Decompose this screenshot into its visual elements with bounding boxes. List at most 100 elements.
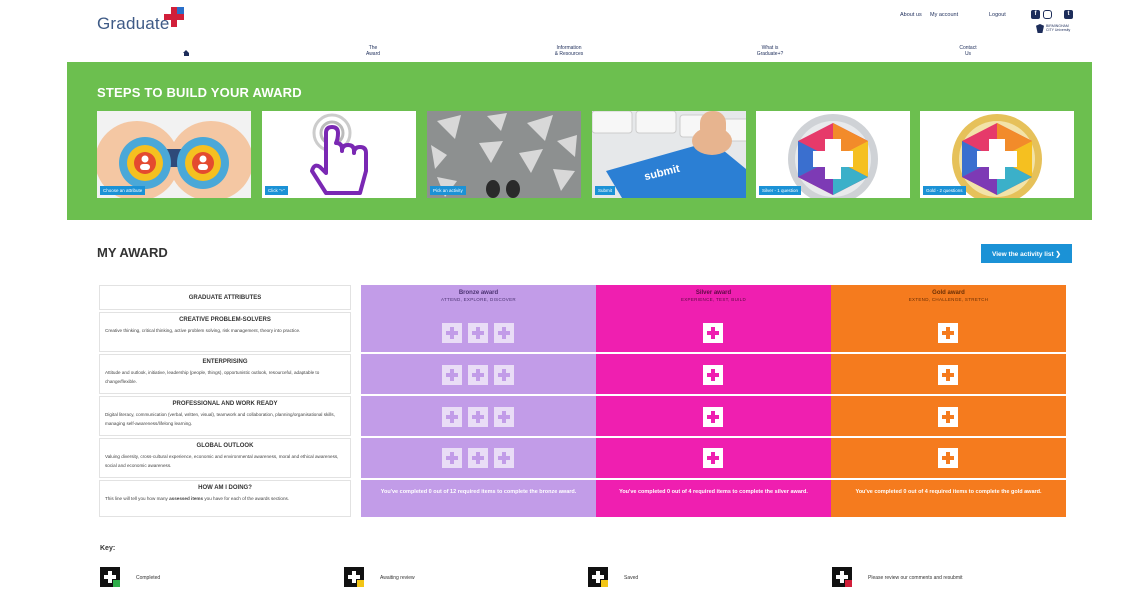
nav-label: Graduate+?	[756, 51, 784, 57]
bronze-progress-text: You've completed 0 out of 12 required it…	[380, 489, 577, 495]
step-label: Choose an attribute	[100, 186, 146, 195]
row-divider	[361, 352, 1066, 354]
add-bronze-button[interactable]	[442, 323, 462, 343]
binoculars-image	[97, 111, 251, 198]
attribute-description: Valuing diversity, cross-cultural experi…	[105, 454, 339, 468]
attribute-row-creative: CREATIVE PROBLEM-SOLVERS Creative thinki…	[99, 312, 351, 352]
add-gold-button[interactable]	[938, 448, 958, 468]
silver-progress-text: You've completed 0 out of 4 required ite…	[619, 489, 808, 495]
add-bronze-button[interactable]	[442, 448, 462, 468]
add-bronze-button[interactable]	[494, 365, 514, 385]
awaiting-review-key-icon	[344, 567, 364, 587]
resubmit-key-icon	[832, 567, 852, 587]
pointing-hand-image	[262, 111, 416, 198]
add-bronze-button[interactable]	[494, 407, 514, 427]
step-card-submit[interactable]: Submit submit	[592, 111, 746, 198]
gold-progress-text: You've completed 0 out of 4 required ite…	[855, 489, 1042, 495]
my-award-title: MY AWARD	[97, 245, 168, 260]
site-header: Graduate About us My account Logout f t …	[0, 0, 1139, 62]
nav-label: Award	[365, 51, 381, 57]
add-bronze-button[interactable]	[494, 448, 514, 468]
step-card-click-plus[interactable]: Click "+"	[262, 111, 416, 198]
key-label-saved: Saved	[624, 575, 639, 581]
add-bronze-button[interactable]	[468, 323, 488, 343]
progress-row: HOW AM I DOING? This line will tell you …	[99, 480, 351, 517]
silver-award-sub: EXPERIENCE, TEST, BUILD	[680, 297, 747, 302]
key-label-awaiting: Awaiting review	[380, 575, 415, 581]
gold-award-name: Gold award	[932, 290, 965, 296]
gold-award-sub: EXTEND, CHALLENGE, STRETCH	[908, 297, 989, 302]
twitter-icon[interactable]: t	[1064, 10, 1073, 19]
step-card-silver[interactable]: Silver - 1 question	[756, 111, 910, 198]
add-bronze-button[interactable]	[442, 407, 462, 427]
add-silver-button[interactable]	[703, 365, 723, 385]
attribute-title: GLOBAL OUTLOOK	[196, 443, 254, 449]
attribute-description: Attitude and outlook, initiative, leader…	[105, 370, 320, 384]
step-card-choose-attribute[interactable]: Choose an attribute	[97, 111, 251, 198]
progress-desc-text: you have for each of the awards sections…	[203, 496, 290, 501]
steps-banner: STEPS TO BUILD YOUR AWARD Choose an attr…	[67, 62, 1092, 220]
key-label-completed: Completed	[136, 575, 161, 581]
home-icon[interactable]	[183, 50, 190, 56]
step-label: Click "+"	[265, 186, 288, 195]
submit-key-image	[592, 111, 746, 198]
instagram-icon[interactable]	[1043, 10, 1052, 19]
add-gold-button[interactable]	[938, 323, 958, 343]
alert-badge-icon	[845, 580, 852, 587]
attribute-row-enterprising: ENTERPRISING Attitude and outlook, initi…	[99, 354, 351, 394]
bronze-award-name: Bronze award	[458, 290, 499, 296]
check-badge-icon	[113, 580, 120, 587]
steps-title: STEPS TO BUILD YOUR AWARD	[97, 85, 302, 100]
add-bronze-button[interactable]	[468, 448, 488, 468]
add-bronze-button[interactable]	[468, 365, 488, 385]
add-silver-button[interactable]	[703, 407, 723, 427]
facebook-icon[interactable]: f	[1031, 10, 1040, 19]
pencil-badge-icon	[357, 580, 364, 587]
logout-link[interactable]: Logout	[989, 12, 1006, 18]
add-silver-button[interactable]	[703, 448, 723, 468]
attribute-title: CREATIVE PROBLEM-SOLVERS	[179, 317, 271, 323]
nav-item-information[interactable]: Information & Resources	[539, 45, 599, 57]
row-divider	[361, 478, 1066, 480]
logo-text[interactable]: Graduate	[97, 14, 169, 34]
logo-plus-icon	[164, 7, 184, 27]
row-divider	[361, 394, 1066, 396]
key-label-resubmit: Please review our comments and resubmit	[868, 575, 963, 581]
add-bronze-button[interactable]	[442, 365, 462, 385]
nav-item-contact[interactable]: Contact Us	[938, 45, 998, 57]
university-crest-icon	[1036, 24, 1044, 33]
view-activity-list-button[interactable]: View the activity list ❯	[981, 244, 1072, 263]
nav-item-what-is[interactable]: What is Graduate+?	[740, 45, 800, 57]
add-bronze-button[interactable]	[494, 323, 514, 343]
step-label: Pick an activity	[430, 186, 466, 195]
add-silver-button[interactable]	[703, 323, 723, 343]
main-nav: The Award Information & Resources What i…	[0, 42, 1139, 62]
nav-item-the-award[interactable]: The Award	[343, 45, 403, 57]
saved-key-icon	[588, 567, 608, 587]
about-us-link[interactable]: About us	[900, 12, 922, 18]
progress-desc-bold: assessed items	[169, 496, 204, 501]
step-card-gold[interactable]: Gold - 2 questions	[920, 111, 1074, 198]
silver-medal-image	[756, 111, 910, 198]
silver-header: Silver award EXPERIENCE, TEST, BUILD	[596, 285, 831, 310]
progress-desc-text: This line will tell you how many	[105, 496, 170, 501]
completed-key-icon	[100, 567, 120, 587]
gold-medal-image	[920, 111, 1074, 198]
attribute-description: Digital literacy, communication (verbal,…	[105, 412, 335, 426]
add-gold-button[interactable]	[938, 365, 958, 385]
step-label: Silver - 1 question	[759, 186, 802, 195]
attribute-row-professional: PROFESSIONAL AND WORK READY Digital lite…	[99, 396, 351, 436]
my-account-link[interactable]: My account	[930, 12, 958, 18]
step-card-pick-activity[interactable]: Pick an activity	[427, 111, 581, 198]
university-name[interactable]: BIRMINGHAM CITY University	[1046, 24, 1072, 32]
nav-label: Us	[964, 51, 972, 57]
bronze-header: Bronze award ATTEND, EXPLORE, DISCOVER	[361, 285, 596, 310]
attribute-title: ENTERPRISING	[202, 359, 248, 365]
key-title: Key:	[100, 545, 116, 552]
saved-badge-icon	[601, 580, 608, 587]
attribute-title: PROFESSIONAL AND WORK READY	[172, 401, 278, 407]
add-gold-button[interactable]	[938, 407, 958, 427]
progress-title: HOW AM I DOING?	[198, 485, 252, 491]
add-bronze-button[interactable]	[468, 407, 488, 427]
gold-header: Gold award EXTEND, CHALLENGE, STRETCH	[831, 285, 1066, 310]
